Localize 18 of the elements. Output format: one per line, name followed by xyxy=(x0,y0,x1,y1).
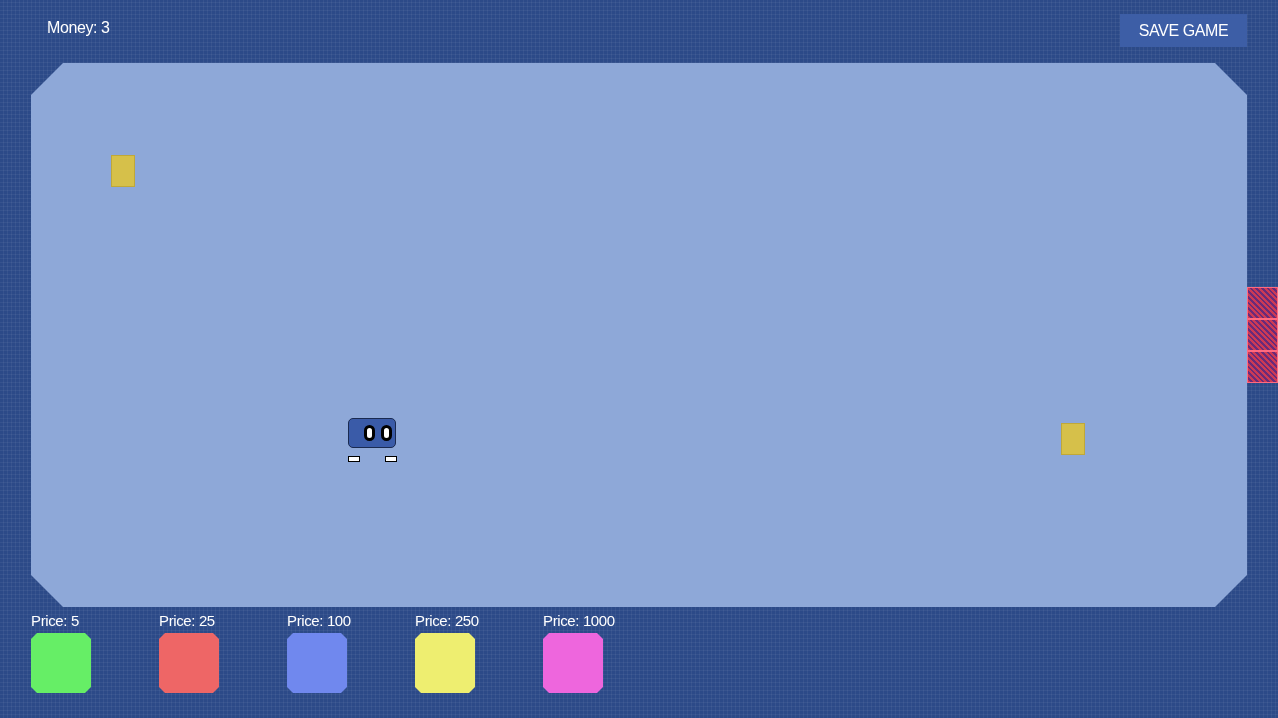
pickup-block xyxy=(111,155,135,187)
shop-block-button[interactable] xyxy=(31,633,91,693)
price-label: Price: 5 xyxy=(31,611,79,631)
shop-block-button[interactable] xyxy=(415,633,475,693)
price-label: Price: 250 xyxy=(415,611,479,631)
price-label: Price: 25 xyxy=(159,611,215,631)
price-label: Price: 1000 xyxy=(543,611,615,631)
patterned-wall-block xyxy=(1247,351,1278,383)
pickup-block xyxy=(1061,423,1085,455)
patterned-wall-block xyxy=(1247,319,1278,351)
money-counter: Money: 3 xyxy=(47,17,110,38)
price-label: Price: 100 xyxy=(287,611,351,631)
shop-block-button[interactable] xyxy=(287,633,347,693)
save-game-button[interactable]: SAVE GAME xyxy=(1120,14,1247,47)
robot-drawing xyxy=(348,418,397,464)
shop-block-button[interactable] xyxy=(543,633,603,693)
patterned-wall-block xyxy=(1247,287,1278,319)
shop-block-button[interactable] xyxy=(159,633,219,693)
